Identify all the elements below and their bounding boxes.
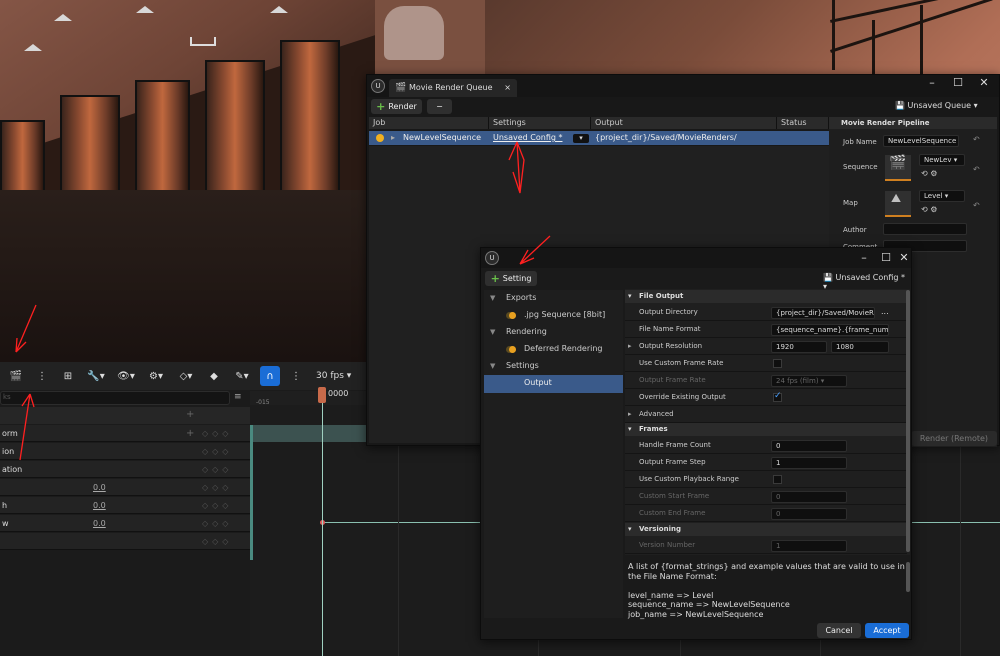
red-arrow <box>519 235 551 265</box>
red-arrow <box>15 304 37 353</box>
red-arrow <box>508 141 525 194</box>
red-arrow <box>19 393 35 461</box>
annotation-arrows <box>15 141 551 461</box>
